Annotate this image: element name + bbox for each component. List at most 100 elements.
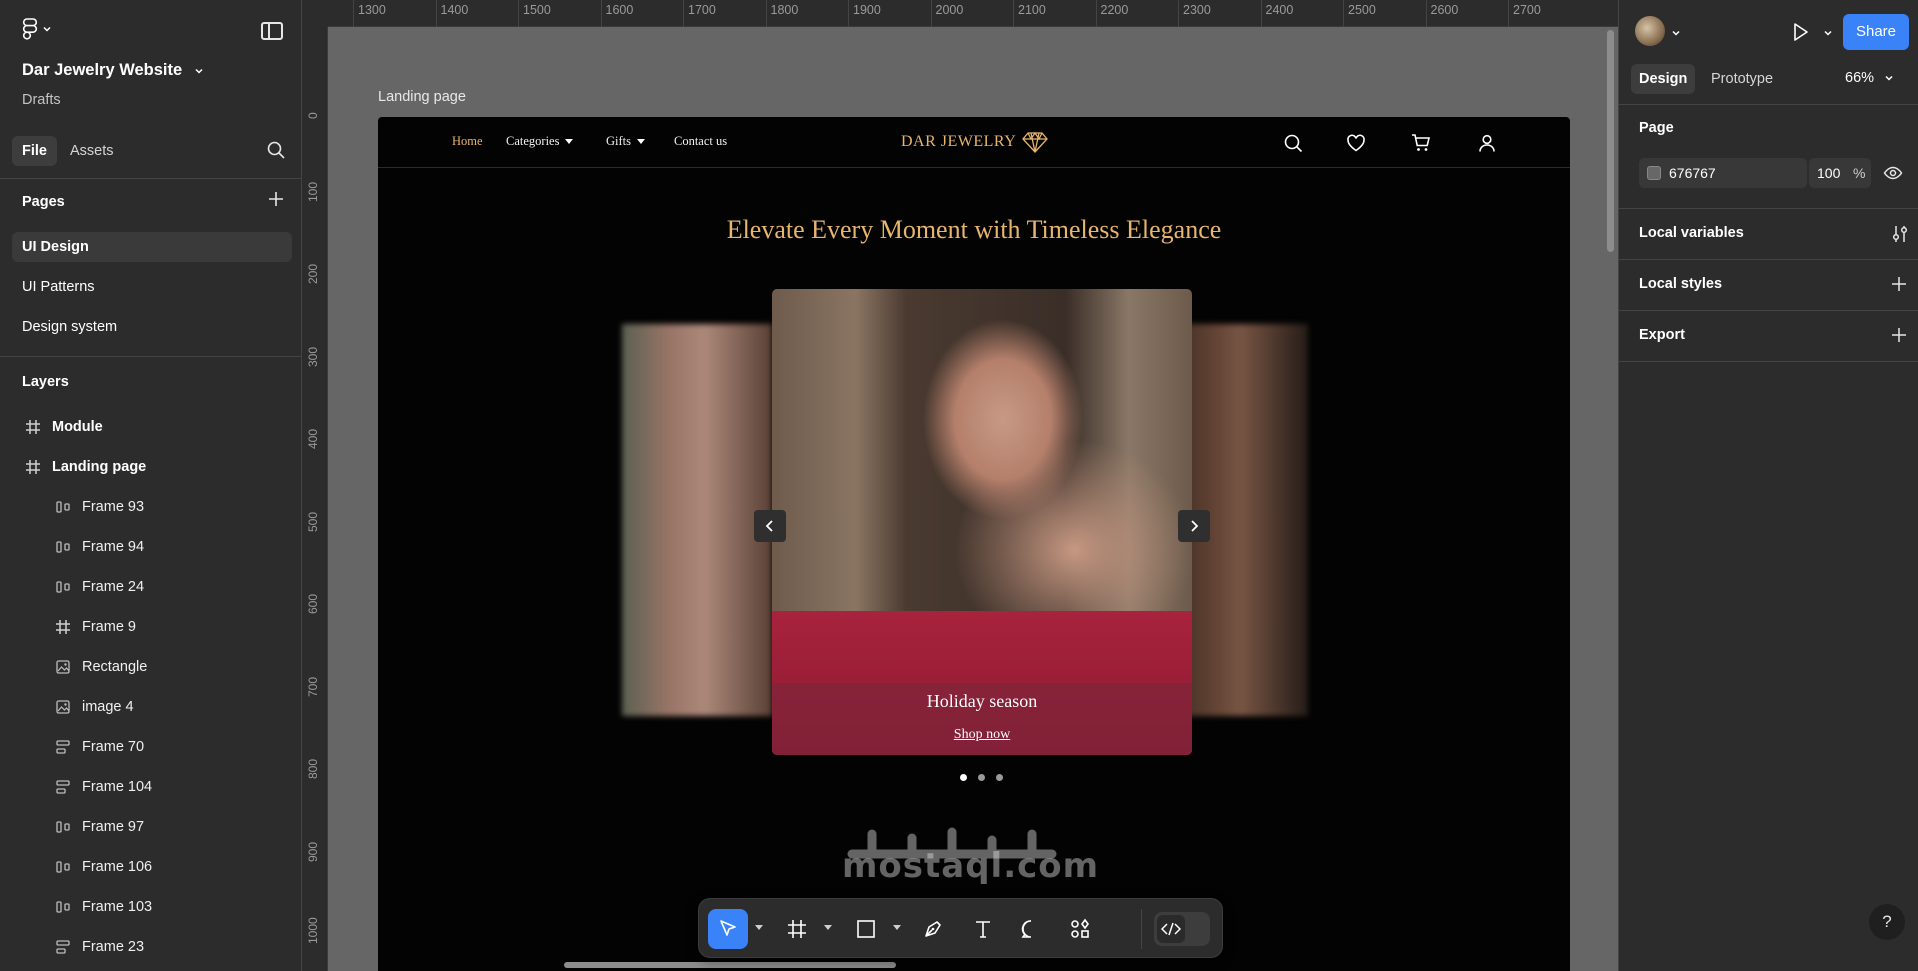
auto-layout-horizontal-icon xyxy=(54,858,72,876)
ruler-tick-label: 2100 xyxy=(1013,0,1046,27)
layer-item[interactable]: Frame 70 xyxy=(54,735,144,759)
local-variables-title[interactable]: Local variables xyxy=(1639,225,1744,241)
ruler-tick-label: 1700 xyxy=(683,0,716,27)
page-item-ui-design[interactable]: UI Design xyxy=(12,232,292,262)
page-color-field[interactable]: 676767 xyxy=(1639,158,1807,188)
layer-item[interactable]: Frame 24 xyxy=(54,575,144,599)
ruler-tick-label: 1300 xyxy=(353,0,386,27)
color-swatch[interactable] xyxy=(1647,166,1661,180)
variables-icon[interactable] xyxy=(1891,224,1909,244)
user-icon[interactable] xyxy=(1476,132,1498,154)
frame-label[interactable]: Landing page xyxy=(378,89,466,105)
layer-item[interactable]: Module xyxy=(24,415,103,439)
layer-label: Frame 23 xyxy=(82,939,145,955)
shop-now-link[interactable]: Shop now xyxy=(772,727,1192,743)
brand-logo[interactable]: DAR JEWELRY xyxy=(901,131,1049,153)
canvas[interactable]: 1300 1400 1500 1600 1700 1800 1900 2000 2100 2200… xyxy=(302,0,1618,971)
layer-item[interactable]: Frame 104 xyxy=(54,775,152,799)
local-styles-title[interactable]: Local styles xyxy=(1639,276,1722,292)
avatar[interactable] xyxy=(1635,16,1665,46)
comment-tool-button[interactable] xyxy=(1011,909,1051,949)
chevron-down-icon[interactable] xyxy=(755,925,763,930)
pages-title: Pages xyxy=(22,194,65,210)
layer-item[interactable]: Frame 94 xyxy=(54,535,144,559)
help-button[interactable]: ? xyxy=(1869,904,1905,940)
layer-label: Landing page xyxy=(52,459,147,475)
layer-item[interactable]: Frame 9 xyxy=(54,615,136,639)
toolbar-divider xyxy=(1141,909,1142,949)
ruler-top: 1300 1400 1500 1600 1700 1800 1900 2000 2100 2200… xyxy=(328,0,1618,27)
layer-item[interactable]: Frame 23 xyxy=(54,935,144,959)
cart-icon[interactable] xyxy=(1410,132,1432,154)
search-icon[interactable] xyxy=(1282,132,1304,154)
sidebar-toggle-icon[interactable] xyxy=(261,22,283,40)
frame-tool-button[interactable] xyxy=(777,909,817,949)
layer-label: Frame 104 xyxy=(82,779,153,795)
main-menu-button[interactable] xyxy=(22,18,52,40)
carousel-next-button[interactable] xyxy=(1178,510,1210,542)
right-panel: Share Design Prototype 66% Page 676767 1… xyxy=(1618,0,1918,971)
layer-item[interactable]: Rectangle xyxy=(54,655,147,679)
ruler-tick-label: 2300 xyxy=(1178,0,1211,27)
layer-label: Frame 70 xyxy=(82,739,145,755)
layer-item[interactable]: image 4 xyxy=(54,695,134,719)
share-button[interactable]: Share xyxy=(1843,14,1909,50)
layer-label: Frame 106 xyxy=(82,859,153,875)
page-opacity-value[interactable]: 100 xyxy=(1817,165,1840,181)
nav-link-gifts[interactable]: Gifts xyxy=(606,134,645,149)
ruler-tick-label: 700 xyxy=(306,676,320,697)
chevron-down-icon[interactable] xyxy=(824,925,832,930)
add-style-icon[interactable] xyxy=(1891,276,1907,292)
page-color-hex[interactable]: 676767 xyxy=(1669,165,1716,181)
carousel-dot[interactable] xyxy=(996,774,1003,781)
page-item-design-system[interactable]: Design system xyxy=(12,312,292,342)
ruler-tick-label: 1800 xyxy=(765,0,799,27)
tab-assets[interactable]: Assets xyxy=(60,136,124,166)
nav-link-label: Gifts xyxy=(606,134,631,148)
zoom-control[interactable]: 66% xyxy=(1845,70,1894,86)
search-icon[interactable] xyxy=(266,140,286,160)
chevron-down-icon[interactable] xyxy=(1823,28,1833,38)
tab-prototype[interactable]: Prototype xyxy=(1703,64,1781,94)
page-item-ui-patterns[interactable]: UI Patterns xyxy=(12,272,292,302)
play-icon[interactable] xyxy=(1789,21,1811,43)
move-tool-button[interactable] xyxy=(708,909,748,949)
site-navbar: Home Categories Gifts Contact us DAR JEW… xyxy=(378,117,1570,168)
horizontal-scrollbar[interactable] xyxy=(564,962,896,968)
carousel-dot[interactable] xyxy=(978,774,985,781)
file-location[interactable]: Drafts xyxy=(22,92,61,108)
layer-item[interactable]: Frame 93 xyxy=(54,495,144,519)
carousel-prev-button[interactable] xyxy=(754,510,786,542)
text-tool-button[interactable] xyxy=(963,909,1003,949)
carousel-dot[interactable] xyxy=(960,774,967,781)
nav-link-home[interactable]: Home xyxy=(452,134,483,149)
shape-tool-button[interactable] xyxy=(846,909,886,949)
nav-link-contact[interactable]: Contact us xyxy=(674,134,727,149)
chevron-down-icon[interactable] xyxy=(893,925,901,930)
actions-button[interactable] xyxy=(1060,909,1100,949)
page-opacity-field[interactable]: 100 % xyxy=(1809,158,1871,188)
slide-main-image[interactable]: Holiday season Shop now xyxy=(772,289,1192,755)
move-icon xyxy=(720,920,736,936)
layer-item[interactable]: Frame 106 xyxy=(54,855,152,879)
nav-link-categories[interactable]: Categories xyxy=(506,134,574,149)
eye-icon[interactable] xyxy=(1883,163,1903,183)
pen-tool-button[interactable] xyxy=(913,909,953,949)
tab-file[interactable]: File xyxy=(12,136,57,166)
file-name-button[interactable]: Dar Jewelry Website xyxy=(22,61,204,80)
vertical-scrollbar[interactable] xyxy=(1607,30,1614,252)
export-title[interactable]: Export xyxy=(1639,327,1685,343)
add-export-icon[interactable] xyxy=(1891,327,1907,343)
layer-item[interactable]: Frame 97 xyxy=(54,815,144,839)
add-page-icon[interactable] xyxy=(268,191,284,207)
chevron-down-icon[interactable] xyxy=(1671,28,1681,38)
auto-layout-vertical-icon xyxy=(54,738,72,756)
tab-design[interactable]: Design xyxy=(1631,64,1696,94)
layer-item[interactable]: Landing page xyxy=(24,455,146,479)
layer-item[interactable]: Frame 103 xyxy=(54,895,152,919)
actions-icon xyxy=(1071,918,1089,938)
heart-icon[interactable] xyxy=(1345,132,1367,154)
dev-mode-toggle[interactable] xyxy=(1154,912,1210,946)
auto-layout-vertical-icon xyxy=(54,938,72,956)
chevron-left-icon xyxy=(765,520,773,532)
